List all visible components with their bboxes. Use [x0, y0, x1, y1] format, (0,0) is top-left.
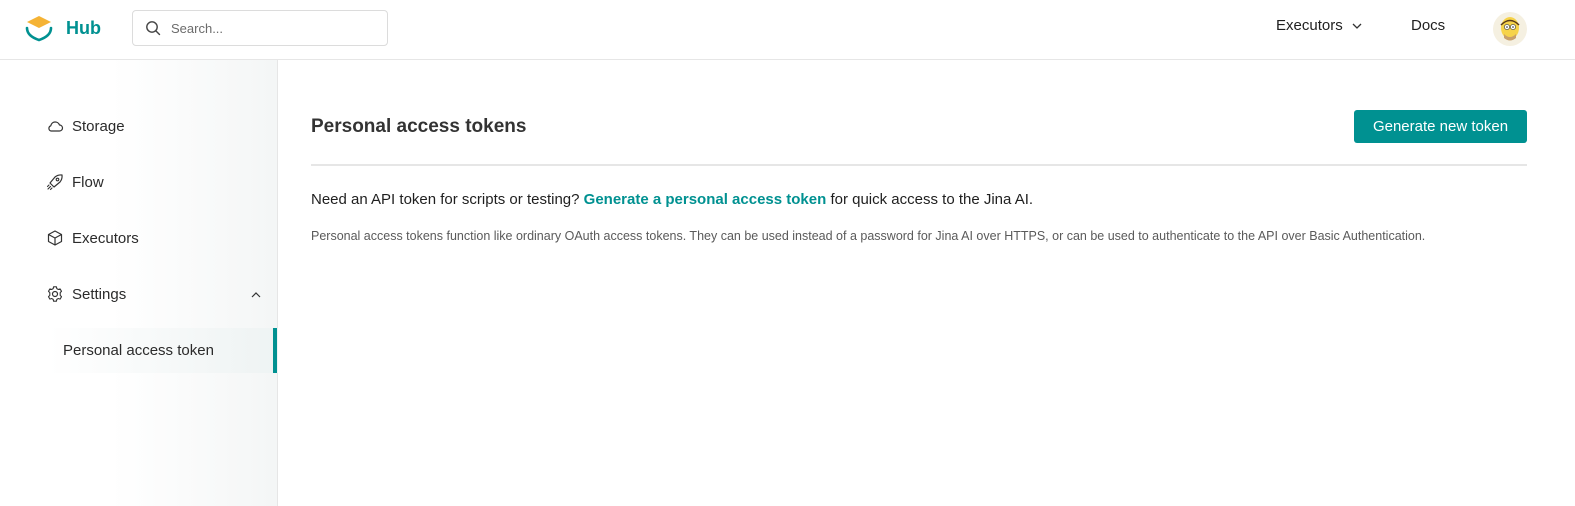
- top-navbar: Hub Executors Docs: [0, 0, 1575, 60]
- brand-link[interactable]: Hub: [24, 12, 101, 44]
- search-input[interactable]: [171, 20, 371, 36]
- hub-logo-icon: [25, 16, 53, 42]
- generate-new-token-button[interactable]: Generate new token: [1354, 110, 1527, 143]
- sidebar-subitem-label: Personal access token: [63, 342, 214, 359]
- nav-executors-dropdown[interactable]: Executors: [1276, 17, 1363, 34]
- sidebar-item-label: Storage: [72, 117, 125, 135]
- rocket-icon: [46, 174, 63, 191]
- sidebar-item-label: Executors: [72, 229, 139, 247]
- search-box[interactable]: [132, 10, 388, 46]
- chevron-down-icon: [1352, 23, 1362, 29]
- sidebar-item-settings[interactable]: Settings: [46, 285, 262, 303]
- sidebar-item-label: Settings: [72, 285, 127, 303]
- sidebar-item-label: Flow: [72, 173, 104, 191]
- nav-docs-link[interactable]: Docs: [1411, 17, 1445, 34]
- cube-icon: [47, 230, 63, 246]
- sidebar-item-flow[interactable]: Flow: [46, 173, 104, 191]
- page-title: Personal access tokens: [311, 116, 527, 137]
- active-indicator: [273, 328, 277, 373]
- brand-name[interactable]: Hub: [66, 18, 101, 39]
- search-icon: [146, 21, 161, 36]
- lead-suffix: for quick access to the Jina AI.: [826, 191, 1034, 208]
- cloud-icon: [48, 121, 64, 132]
- user-avatar[interactable]: [1493, 12, 1527, 46]
- sidebar-item-storage[interactable]: Storage: [46, 117, 125, 135]
- gear-icon: [47, 286, 63, 302]
- sidebar: Storage Flow Executors Settings Personal…: [0, 60, 278, 506]
- lead-prefix: Need an API token for scripts or testing…: [311, 191, 584, 208]
- lead-text: Need an API token for scripts or testing…: [311, 191, 1033, 208]
- avatar-image: [1500, 17, 1520, 41]
- sidebar-subitem-personal-access-token[interactable]: Personal access token: [48, 328, 278, 373]
- sidebar-item-executors[interactable]: Executors: [46, 229, 139, 247]
- generate-token-link[interactable]: Generate a personal access token: [584, 191, 827, 208]
- chevron-up-icon: [251, 292, 261, 298]
- divider: [311, 164, 1527, 166]
- nav-executors-label: Executors: [1276, 17, 1343, 34]
- description-text: Personal access tokens function like ord…: [311, 229, 1426, 243]
